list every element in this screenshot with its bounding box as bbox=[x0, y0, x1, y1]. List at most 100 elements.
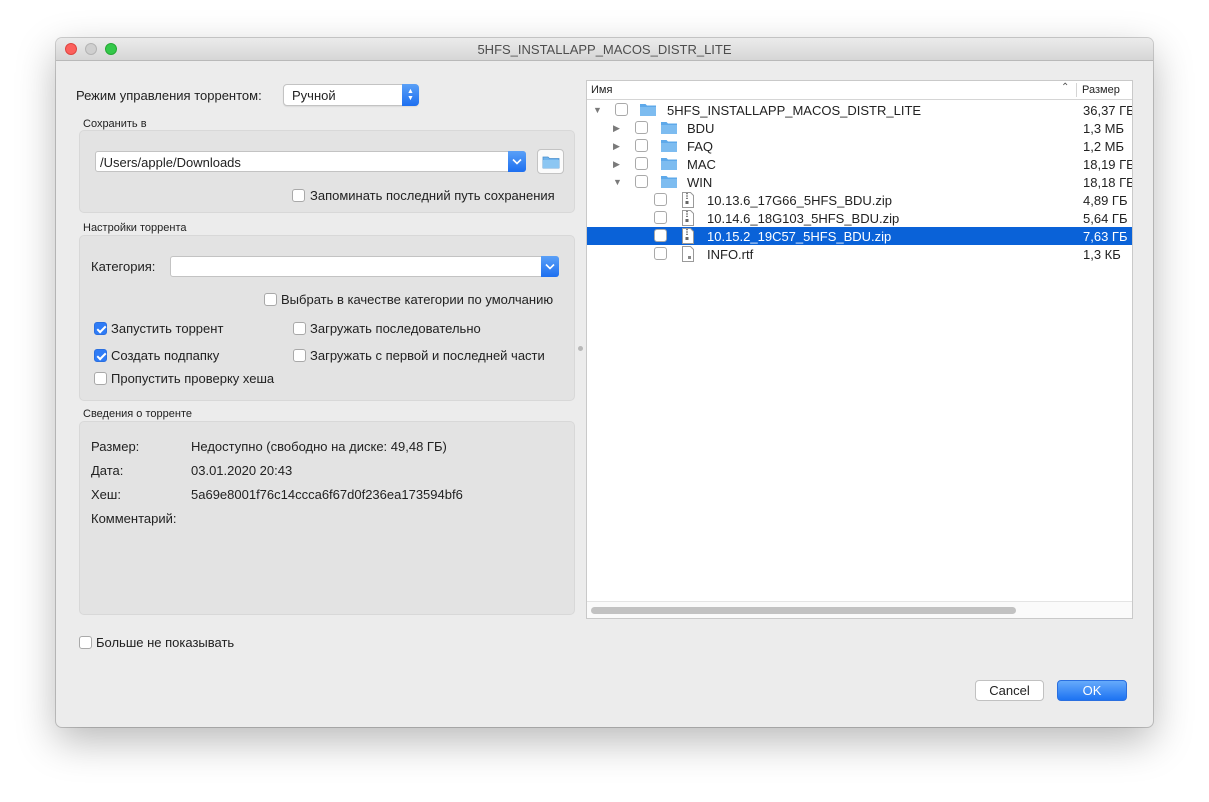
category-combo[interactable] bbox=[170, 256, 559, 277]
chevron-down-icon bbox=[541, 256, 559, 277]
remember-path-label: Запоминать последний путь сохранения bbox=[310, 188, 555, 203]
file-tree[interactable]: Имя ⌃ Размер ▼ 5HFS_INSTALLAPP_MACOS_DIS… bbox=[586, 80, 1133, 619]
tree-row-checkbox[interactable] bbox=[635, 121, 648, 134]
save-group: /Users/apple/Downloads Запоминать послед… bbox=[79, 130, 575, 213]
zip-file-icon bbox=[682, 228, 694, 244]
first-last-label: Загружать с первой и последней части bbox=[310, 348, 545, 363]
tree-row-size: 18,18 ГБ bbox=[1083, 175, 1133, 190]
mode-popup[interactable]: Ручной ▲ ▼ bbox=[283, 84, 419, 106]
tree-row-bdu[interactable]: ▶ BDU 1,3 МБ bbox=[587, 119, 1132, 137]
tree-row-checkbox[interactable] bbox=[654, 247, 667, 260]
sequential-checkbox[interactable] bbox=[293, 322, 306, 335]
mode-label: Режим управления торрентом: bbox=[76, 88, 262, 103]
info-group-title: Сведения о торренте bbox=[83, 408, 192, 420]
tree-row-checkbox[interactable] bbox=[654, 193, 667, 206]
tree-row-checkbox[interactable] bbox=[654, 211, 667, 224]
expand-arrow-icon[interactable]: ▶ bbox=[613, 159, 620, 170]
expand-arrow-icon[interactable]: ▶ bbox=[613, 141, 620, 152]
expand-arrow-icon[interactable]: ▶ bbox=[613, 123, 620, 134]
column-separator bbox=[1076, 83, 1077, 97]
start-torrent-checkbox[interactable] bbox=[94, 322, 107, 335]
tree-row-checkbox[interactable] bbox=[615, 103, 628, 116]
create-subfolder-label: Создать подпапку bbox=[111, 348, 220, 363]
mode-value: Ручной bbox=[292, 88, 336, 103]
tree-header: Имя ⌃ Размер bbox=[587, 81, 1132, 100]
start-torrent-label: Запустить торрент bbox=[111, 321, 224, 336]
zip-file-icon bbox=[682, 192, 694, 208]
save-group-title: Сохранить в bbox=[83, 118, 147, 130]
expand-arrow-icon[interactable]: ▼ bbox=[593, 105, 602, 115]
default-category-checkbox[interactable] bbox=[264, 293, 277, 306]
tree-row-size: 36,37 ГБ bbox=[1083, 103, 1133, 118]
tree-row-name: MAC bbox=[687, 157, 716, 172]
default-category-label: Выбрать в качестве категории по умолчани… bbox=[281, 292, 554, 307]
size-label: Размер: bbox=[91, 439, 140, 454]
folder-icon bbox=[661, 122, 677, 134]
tree-row-faq[interactable]: ▶ FAQ 1,2 МБ bbox=[587, 137, 1132, 155]
tree-row-name: 10.13.6_17G66_5HFS_BDU.zip bbox=[707, 193, 893, 208]
tree-row-size: 7,63 ГБ bbox=[1083, 229, 1128, 244]
tree-row-checkbox[interactable] bbox=[635, 175, 648, 188]
dont-show-again-label: Больше не показывать bbox=[96, 635, 235, 650]
size-value: Недоступно (свободно на диске: 49,48 ГБ) bbox=[191, 439, 447, 454]
ok-button[interactable]: OK bbox=[1057, 680, 1127, 701]
folder-icon bbox=[661, 158, 677, 170]
save-path-combo[interactable]: /Users/apple/Downloads bbox=[95, 151, 526, 172]
save-path-value: /Users/apple/Downloads bbox=[100, 155, 241, 170]
rtf-file-icon bbox=[682, 246, 694, 262]
tree-row-name: 5HFS_INSTALLAPP_MACOS_DISTR_LITE bbox=[667, 103, 922, 118]
folder-icon bbox=[661, 176, 677, 188]
tree-row-name: INFO.rtf bbox=[707, 247, 754, 262]
tree-row-size: 5,64 ГБ bbox=[1083, 211, 1128, 226]
tree-row-size: 18,19 ГБ bbox=[1083, 157, 1133, 172]
tree-row-name: 10.15.2_19C57_5HFS_BDU.zip bbox=[707, 229, 892, 244]
tree-row-checkbox[interactable] bbox=[635, 139, 648, 152]
folder-icon bbox=[640, 104, 656, 116]
scrollbar-thumb[interactable] bbox=[591, 607, 1016, 614]
column-header-name[interactable]: Имя bbox=[591, 84, 612, 96]
tree-row-name: BDU bbox=[687, 121, 715, 136]
remember-path-checkbox[interactable] bbox=[292, 189, 305, 202]
window-title: 5HFS_INSTALLAPP_MACOS_DISTR_LITE bbox=[477, 42, 732, 57]
date-label: Дата: bbox=[91, 463, 124, 478]
tree-row-checkbox[interactable] bbox=[654, 229, 667, 242]
first-last-checkbox[interactable] bbox=[293, 349, 306, 362]
cancel-button[interactable]: Cancel bbox=[975, 680, 1044, 701]
tree-row-size: 4,89 ГБ bbox=[1083, 193, 1128, 208]
tree-row-checkbox[interactable] bbox=[635, 157, 648, 170]
folder-open-icon bbox=[542, 156, 559, 168]
tree-row-root[interactable]: ▼ 5HFS_INSTALLAPP_MACOS_DISTR_LITE 36,37… bbox=[587, 101, 1132, 119]
skip-hash-checkbox[interactable] bbox=[94, 372, 107, 385]
browse-folder-button[interactable] bbox=[537, 149, 564, 174]
tree-row-size: 1,3 КБ bbox=[1083, 247, 1121, 262]
tree-row-size: 1,3 МБ bbox=[1083, 121, 1125, 136]
tree-row-file[interactable]: 10.13.6_17G66_5HFS_BDU.zip 4,89 ГБ bbox=[587, 191, 1132, 209]
skip-hash-label: Пропустить проверку хеша bbox=[111, 371, 275, 386]
info-group: Размер: Недоступно (свободно на диске: 4… bbox=[79, 421, 575, 615]
tree-row-file-selected[interactable]: 10.15.2_19C57_5HFS_BDU.zip 7,63 ГБ bbox=[587, 227, 1132, 245]
splitter-handle[interactable] bbox=[578, 346, 583, 351]
expand-arrow-icon[interactable]: ▼ bbox=[613, 177, 622, 187]
hash-value: 5a69e8001f76c14ccca6f67d0f236ea173594bf6 bbox=[191, 487, 463, 502]
dont-show-again-checkbox[interactable] bbox=[79, 636, 92, 649]
tree-row-file[interactable]: 10.14.6_18G103_5HFS_BDU.zip 5,64 ГБ bbox=[587, 209, 1132, 227]
column-header-size[interactable]: Размер bbox=[1082, 84, 1120, 96]
category-label: Категория: bbox=[91, 259, 156, 274]
sort-indicator-icon: ⌃ bbox=[1061, 82, 1070, 93]
hash-label: Хеш: bbox=[91, 487, 121, 502]
popup-stepper-icon: ▲ ▼ bbox=[402, 84, 419, 106]
tree-row-file[interactable]: INFO.rtf 1,3 КБ bbox=[587, 245, 1132, 263]
tree-row-mac[interactable]: ▶ MAC 18,19 ГБ bbox=[587, 155, 1132, 173]
sequential-label: Загружать последовательно bbox=[310, 321, 481, 336]
settings-group-title: Настройки торрента bbox=[83, 222, 187, 234]
zip-file-icon bbox=[682, 210, 694, 226]
create-subfolder-checkbox[interactable] bbox=[94, 349, 107, 362]
horizontal-scrollbar[interactable] bbox=[587, 601, 1132, 618]
settings-group: Категория: Выбрать в качестве категории … bbox=[79, 235, 575, 401]
titlebar: 5HFS_INSTALLAPP_MACOS_DISTR_LITE bbox=[56, 38, 1153, 61]
tree-row-name: 10.14.6_18G103_5HFS_BDU.zip bbox=[707, 211, 900, 226]
tree-row-win[interactable]: ▼ WIN 18,18 ГБ bbox=[587, 173, 1132, 191]
tree-row-size: 1,2 МБ bbox=[1083, 139, 1125, 154]
tree-row-name: WIN bbox=[687, 175, 713, 190]
date-value: 03.01.2020 20:43 bbox=[191, 463, 293, 478]
